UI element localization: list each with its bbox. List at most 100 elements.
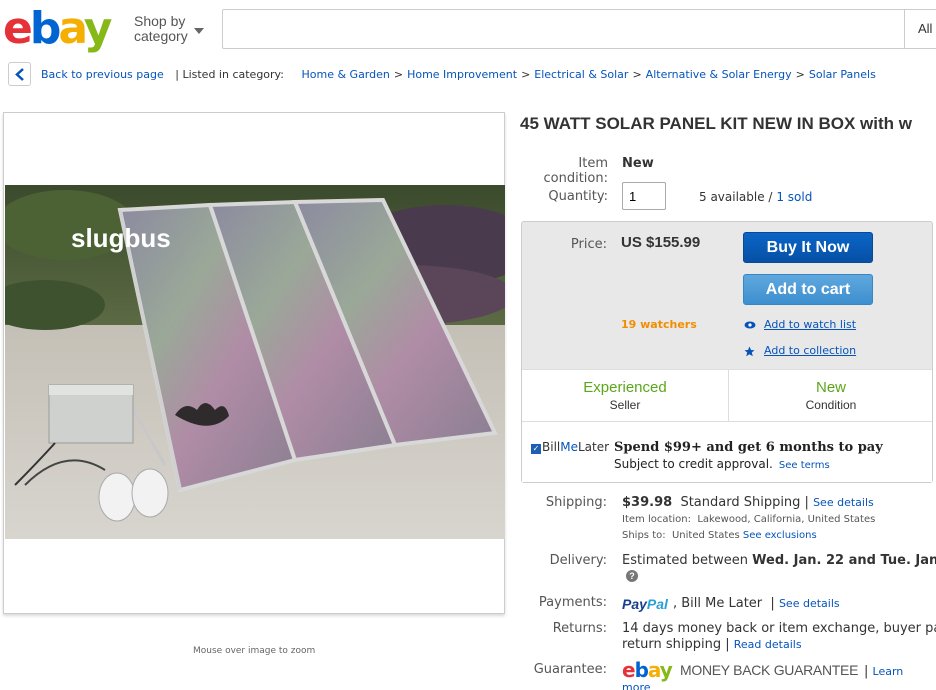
condition-value: New bbox=[622, 156, 654, 171]
quantity-label: Quantity: bbox=[548, 189, 608, 204]
search-input[interactable] bbox=[222, 9, 936, 49]
delivery-estimate: Estimated between Wed. Jan. 22 and Tue. … bbox=[622, 553, 936, 568]
badge-condition-label: Condition bbox=[805, 398, 857, 412]
payments-label: Payments: bbox=[538, 595, 607, 610]
ships-to: Ships to: United States See exclusions bbox=[622, 530, 817, 541]
shipping-cost: $39.98 bbox=[622, 495, 673, 510]
logo-letter-b: b bbox=[29, 3, 61, 54]
breadcrumb-home-garden[interactable]: Home & Garden bbox=[301, 68, 389, 81]
logo-letter-e: e bbox=[3, 3, 33, 54]
breadcrumb-sep: > bbox=[393, 68, 404, 81]
returns-line1: 14 days money back or item exchange, buy… bbox=[622, 621, 936, 636]
item-title: 45 WATT SOLAR PANEL KIT NEW IN BOX with … bbox=[520, 114, 912, 133]
sold-link[interactable]: 1 sold bbox=[776, 190, 812, 204]
see-terms-link[interactable]: See terms bbox=[779, 460, 830, 471]
delivery-dates: Wed. Jan. 22 and Tue. Jan. 28 bbox=[752, 553, 936, 568]
badge-new: New bbox=[815, 379, 846, 396]
availability: 5 available / 1 sold bbox=[699, 190, 812, 204]
chevron-down-icon[interactable] bbox=[194, 28, 204, 34]
mbg-letter-y: y bbox=[659, 658, 673, 682]
bml-sub-text: Subject to credit approval. bbox=[614, 457, 773, 471]
mbg-letter-a: a bbox=[647, 658, 661, 682]
money-back-guarantee-text: MONEY BACK GUARANTEE bbox=[680, 662, 859, 678]
guarantee-label: Guarantee: bbox=[533, 662, 607, 677]
paypal-pal: Pal bbox=[646, 596, 668, 612]
listed-in-label: | Listed in category: bbox=[175, 68, 284, 81]
back-button[interactable] bbox=[8, 62, 31, 86]
read-details-link[interactable]: Read details bbox=[734, 638, 802, 651]
price-label: Price: bbox=[570, 237, 607, 252]
location-label: Item location: bbox=[622, 514, 691, 525]
condition-label: Item condition: bbox=[543, 156, 609, 186]
shop-by-line1: Shop by bbox=[134, 13, 186, 29]
item-location: Item location: Lakewood, California, Uni… bbox=[622, 514, 875, 525]
check-icon: ✓ bbox=[531, 444, 541, 454]
solar-panel-image: slugbus bbox=[5, 185, 505, 539]
location-value: Lakewood, California, United States bbox=[697, 514, 876, 525]
breadcrumb-home-improvement[interactable]: Home Improvement bbox=[407, 68, 517, 81]
paypal-logo: PayPal bbox=[622, 596, 668, 612]
paypal-pay: Pay bbox=[622, 596, 647, 612]
shop-by-category-button[interactable]: Shop by category bbox=[134, 14, 188, 44]
available-text: 5 available / bbox=[699, 190, 773, 204]
payments-bml: , Bill Me Later bbox=[673, 596, 763, 611]
ships-to-value: United States bbox=[671, 530, 740, 541]
watermark-text: slugbus bbox=[71, 223, 171, 253]
search-category-select[interactable]: All bbox=[918, 21, 932, 36]
shipping-label: Shipping: bbox=[545, 495, 607, 510]
bill-me-later-logo: ✓ BillMeLater bbox=[531, 440, 609, 454]
breadcrumb-solar-panels[interactable]: Solar Panels bbox=[809, 68, 876, 81]
delivery-prefix: Estimated between bbox=[622, 553, 749, 568]
payments-see-details-link[interactable]: See details bbox=[779, 597, 840, 610]
bml-subtext: Subject to credit approval. See terms bbox=[614, 457, 830, 471]
ebay-logo[interactable]: ebay bbox=[3, 3, 113, 54]
returns-line2-text: return shipping | bbox=[622, 637, 730, 652]
delivery-label: Delivery: bbox=[549, 553, 607, 568]
breadcrumb-alternative-solar[interactable]: Alternative & Solar Energy bbox=[646, 68, 792, 81]
zoom-hint: Mouse over image to zoom bbox=[193, 646, 316, 656]
payments-other: , Bill Me Later | See details bbox=[673, 596, 840, 611]
badge-experienced: Experienced bbox=[583, 379, 667, 396]
bml-headline: Spend $99+ and get 6 months to pay bbox=[614, 440, 883, 455]
mbg-letter-b: b bbox=[634, 658, 649, 682]
breadcrumb-sep: > bbox=[632, 68, 642, 81]
price-value: US $155.99 bbox=[621, 234, 701, 251]
learn-more-link[interactable]: Learn bbox=[873, 665, 904, 678]
watchers-count: 19 watchers bbox=[621, 318, 697, 331]
search-divider bbox=[904, 9, 905, 49]
star-icon bbox=[744, 346, 755, 357]
add-to-watch-list-link[interactable]: Add to watch list bbox=[764, 318, 856, 331]
payments-sep: | bbox=[770, 596, 775, 611]
ships-to-label: Ships to: bbox=[622, 530, 666, 541]
breadcrumb-sep: > bbox=[795, 68, 805, 81]
breadcrumb-sep: > bbox=[521, 68, 531, 81]
shipping-see-details-link[interactable]: See details bbox=[813, 496, 874, 509]
quantity-input[interactable] bbox=[622, 182, 666, 210]
guarantee-learn: | Learn bbox=[864, 664, 903, 679]
shipping-line: $39.98 Standard Shipping | See details bbox=[622, 495, 874, 510]
add-to-collection-link[interactable]: Add to collection bbox=[764, 344, 856, 357]
back-to-previous-link[interactable]: Back to previous page bbox=[41, 68, 164, 81]
badge-seller-label: Seller bbox=[609, 398, 641, 412]
eye-icon bbox=[744, 321, 756, 329]
logo-letter-y: y bbox=[83, 3, 113, 54]
breadcrumb-electrical-solar[interactable]: Electrical & Solar bbox=[534, 68, 628, 81]
returns-label: Returns: bbox=[552, 621, 607, 636]
breadcrumb: Back to previous page | Listed in catego… bbox=[41, 68, 876, 81]
logo-letter-a: a bbox=[58, 3, 86, 54]
see-exclusions-link[interactable]: See exclusions bbox=[743, 530, 817, 541]
mbg-letter-e: e bbox=[622, 658, 636, 682]
product-photo[interactable]: slugbus bbox=[5, 185, 505, 539]
shop-by-line2: category bbox=[134, 28, 188, 44]
help-icon[interactable]: ? bbox=[626, 570, 638, 582]
chevron-left-icon bbox=[15, 68, 24, 81]
buy-it-now-button[interactable]: Buy It Now bbox=[743, 232, 873, 263]
shipping-method: Standard Shipping | bbox=[680, 495, 809, 510]
bml-me: Me bbox=[560, 440, 578, 454]
bml-later: Later bbox=[577, 440, 610, 454]
bml-bill: Bill bbox=[542, 440, 561, 454]
ebay-guarantee-logo: ebay bbox=[622, 658, 673, 682]
add-to-cart-button[interactable]: Add to cart bbox=[743, 274, 873, 305]
guarantee-sep: | bbox=[864, 664, 869, 679]
learn-more-link-2[interactable]: more bbox=[622, 681, 651, 690]
